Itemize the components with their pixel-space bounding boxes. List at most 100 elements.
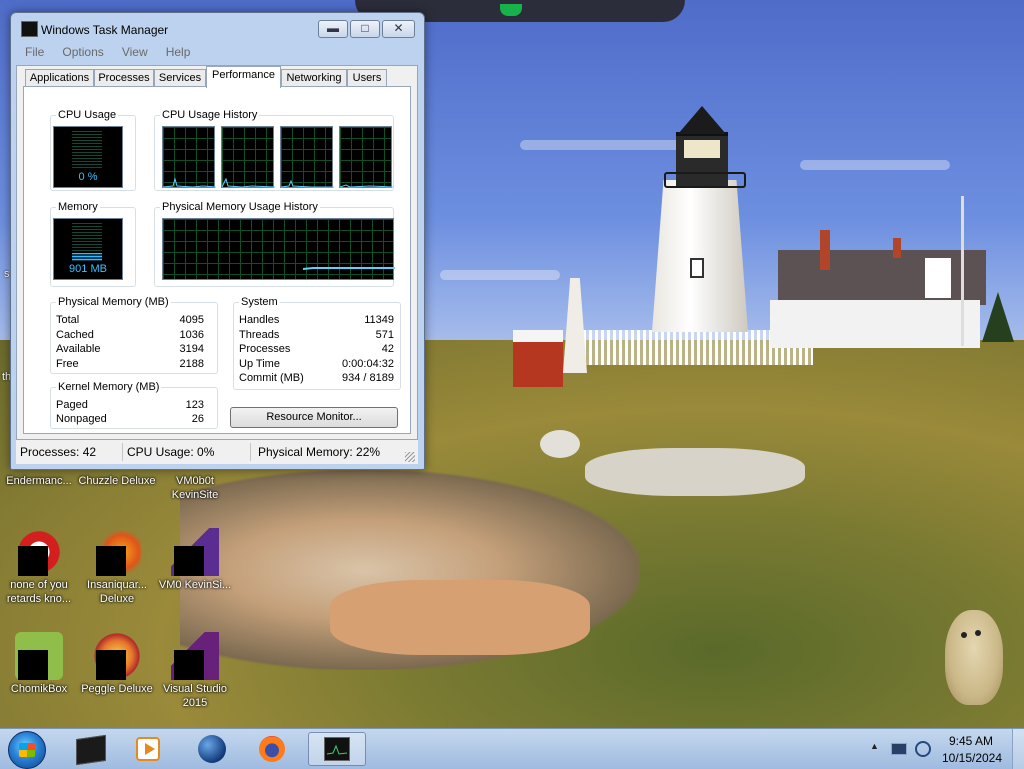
rock (585, 448, 805, 496)
media-player-icon (136, 737, 160, 761)
desktop-icon-insaniquarium[interactable]: Insaniquar... Deluxe (78, 528, 156, 606)
gadget-gem-icon (500, 4, 522, 16)
kernel-memory-group: Kernel Memory (MB) Paged 123 Nonpaged 26 (50, 381, 218, 429)
stat-value: 571 (375, 329, 394, 341)
desktop-icon-vm0b0t[interactable]: VM0b0t KevinSite (156, 474, 234, 502)
tab-users[interactable]: Users (347, 69, 387, 87)
memory-history-group: Physical Memory Usage History (154, 201, 395, 287)
visual-studio-icon (171, 528, 219, 576)
system-group: System Handles 11349 Threads 571 Processes… (233, 296, 401, 390)
cpu-core-line (163, 177, 216, 188)
memory-meter: 901 MB (53, 218, 123, 280)
stat-key: Nonpaged (56, 413, 107, 425)
desktop-icon-visual-studio-2015[interactable]: Visual Studio 2015 (156, 632, 234, 710)
tab-networking[interactable]: Networking (281, 69, 347, 87)
stat-value: 934 / 8189 (342, 372, 394, 384)
desktop-icon-chomikbox[interactable]: ChomikBox (0, 632, 78, 696)
close-button[interactable]: ✕ (382, 20, 415, 38)
tab-services[interactable]: Services (154, 69, 206, 87)
menu-options[interactable]: Options (62, 43, 103, 61)
resource-monitor-button[interactable]: Resource Monitor... (230, 407, 398, 428)
maximize-button[interactable]: □ (350, 20, 380, 38)
lighthouse-tower (652, 180, 748, 332)
cpu-core-line (222, 177, 275, 188)
chomikbox-icon (15, 632, 63, 680)
taskbar: ▲ 9:45 AM 10/15/2024 (0, 728, 1024, 769)
stat-value: 3194 (179, 343, 204, 355)
taskbar-item-firefox[interactable] (248, 732, 298, 766)
stat-row: Free 2188 (56, 358, 204, 372)
desktop-icon-label: Insaniquar... Deluxe (87, 579, 147, 605)
window-title: Windows Task Manager (41, 23, 169, 37)
maximize-icon: □ (361, 21, 369, 35)
clock-date[interactable]: 10/15/2024 (940, 751, 1004, 765)
stat-value: 11349 (364, 314, 394, 326)
house-roof (778, 250, 986, 305)
stat-row: Paged 123 (56, 399, 204, 413)
taskbar-item-task-manager[interactable] (308, 732, 366, 766)
tab-applications[interactable]: Applications (25, 69, 94, 87)
stat-row: Nonpaged 26 (56, 413, 204, 427)
menu-view[interactable]: View (122, 43, 148, 61)
taskbar-item-terminal[interactable] (66, 732, 116, 766)
cpu-usage-group: CPU Usage 0 % (50, 109, 136, 191)
menu-help[interactable]: Help (166, 43, 191, 61)
tab-processes[interactable]: Processes (94, 69, 154, 87)
stat-key: Free (56, 358, 79, 370)
lighthouse-rail (664, 172, 746, 188)
minimize-button[interactable]: ▬ (318, 20, 348, 38)
taskbar-item-media-player[interactable] (124, 732, 174, 766)
stat-row: Processes 42 (239, 343, 394, 357)
visual-studio-icon (171, 632, 219, 680)
tab-performance[interactable]: Performance (206, 66, 281, 88)
stat-key: Commit (MB) (239, 372, 304, 384)
stat-value: 4095 (179, 314, 204, 326)
status-bar: Processes: 42 CPU Usage: 0% Physical Mem… (16, 439, 418, 464)
resize-grip-icon[interactable] (405, 452, 415, 462)
kernel-memory-title: Kernel Memory (MB) (56, 381, 162, 393)
desktop-icon-none-of-you[interactable]: none of you retards kno... (0, 528, 78, 606)
status-processes: Processes: 42 (20, 445, 97, 459)
cpu-usage-meter: 0 % (53, 126, 123, 188)
dormer (925, 258, 951, 298)
taskbar-item-globe[interactable] (188, 732, 238, 766)
network-icon[interactable] (891, 743, 907, 755)
desktop-icon-label: Chuzzle Deluxe (78, 475, 156, 487)
stat-value: 1036 (179, 329, 204, 341)
show-desktop-button[interactable] (1012, 729, 1024, 769)
desktop-icon-vm0-kevinsite[interactable]: VM0 KevinSi... (156, 528, 234, 592)
memory-history-graph (162, 218, 395, 280)
stat-key: Processes (239, 343, 291, 355)
memory-label: Memory (56, 201, 100, 213)
memory-value: 901 MB (69, 263, 107, 275)
opera-icon (15, 528, 63, 576)
physical-memory-title: Physical Memory (MB) (56, 296, 171, 308)
system-title: System (239, 296, 280, 308)
title-bar[interactable]: Windows Task Manager ▬ □ ✕ (11, 13, 424, 41)
lighthouse-glass (684, 140, 720, 158)
clock-time[interactable]: 9:45 AM (946, 734, 996, 748)
stat-row: Threads 571 (239, 329, 394, 343)
desktop-icon-chuzzle[interactable]: Chuzzle Deluxe (78, 474, 156, 488)
rock (540, 430, 580, 458)
cpu-core-line (281, 179, 334, 188)
stat-row: Up Time 0:00:04:32 (239, 358, 394, 372)
chimney (820, 230, 830, 270)
desktop-icon-endermanch[interactable]: Endermanc... (0, 474, 78, 488)
lighthouse-roof (678, 106, 726, 134)
flag-pole (961, 196, 964, 346)
desktop-icon-peggle[interactable]: Peggle Deluxe (78, 632, 156, 696)
terminal-icon (76, 734, 106, 766)
desktop-icon-label: VM0b0t KevinSite (171, 475, 219, 501)
stat-key: Threads (239, 329, 280, 341)
cpu-core-graph (162, 126, 216, 188)
pine-tree (982, 292, 1014, 342)
status-cpu-usage: CPU Usage: 0% (127, 445, 215, 459)
menu-file[interactable]: File (25, 43, 44, 61)
show-hidden-icons-arrow-icon[interactable]: ▲ (870, 741, 879, 751)
start-button[interactable] (8, 731, 46, 769)
volume-icon[interactable] (915, 741, 931, 757)
gopher-mascot-icon (945, 610, 1003, 705)
windows-logo-icon (19, 743, 35, 757)
stat-value: 42 (381, 343, 394, 355)
